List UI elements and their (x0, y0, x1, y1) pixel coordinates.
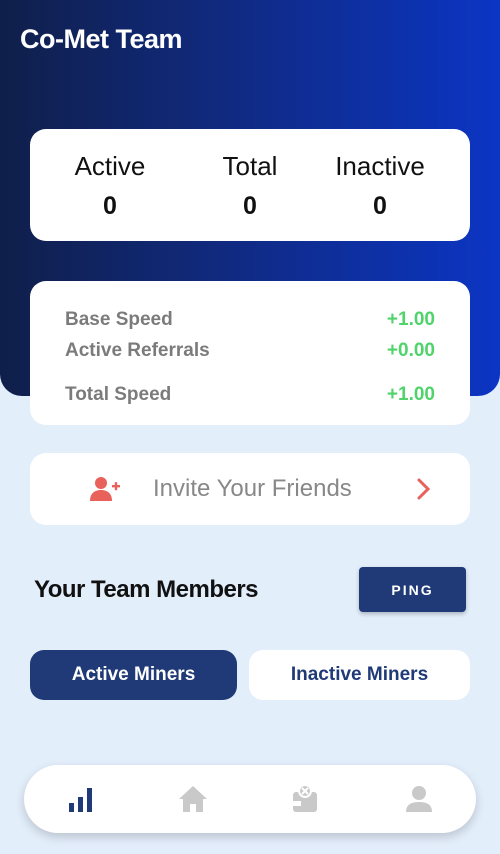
speed-label: Base Speed (65, 309, 173, 330)
home-icon[interactable] (177, 783, 209, 815)
invite-friends-button[interactable]: Invite Your Friends (30, 453, 470, 525)
tab-inactive-miners[interactable]: Inactive Miners (249, 650, 470, 700)
page-title: Co-Met Team (20, 24, 183, 54)
speed-row-base: Base Speed +1.00 (65, 309, 435, 331)
stat-total: Total 0 (180, 151, 320, 221)
stat-label: Total (222, 151, 278, 181)
bottom-navigation (24, 765, 476, 833)
team-members-heading: Your Team Members (34, 576, 259, 603)
stat-label: Inactive (335, 151, 425, 181)
stat-value: 0 (103, 192, 117, 220)
stat-value: 0 (373, 192, 387, 220)
team-stats-card: Active 0 Total 0 Inactive 0 (30, 129, 470, 241)
add-user-icon (90, 477, 120, 501)
tab-active-miners[interactable]: Active Miners (30, 650, 237, 700)
speed-value: +0.00 (386, 340, 435, 361)
speed-value: +1.00 (386, 384, 435, 405)
stat-label: Active (74, 151, 146, 181)
ping-button[interactable]: PING (359, 567, 466, 612)
speed-card: Base Speed +1.00 Active Referrals +0.00 … (30, 281, 470, 425)
speed-label: Total Speed (65, 384, 172, 405)
stat-value: 0 (243, 192, 257, 220)
speed-label: Active Referrals (65, 340, 210, 361)
stat-active: Active 0 (40, 151, 180, 221)
speed-row-referrals: Active Referrals +0.00 (65, 340, 435, 362)
speed-value: +1.00 (386, 309, 435, 330)
bar-chart-icon[interactable] (66, 783, 98, 815)
chevron-right-icon (417, 478, 431, 500)
wallet-icon[interactable] (289, 783, 321, 815)
speed-row-total: Total Speed +1.00 (65, 384, 435, 406)
person-icon[interactable] (403, 783, 435, 815)
invite-label: Invite Your Friends (153, 475, 352, 502)
stat-inactive: Inactive 0 (310, 151, 450, 221)
